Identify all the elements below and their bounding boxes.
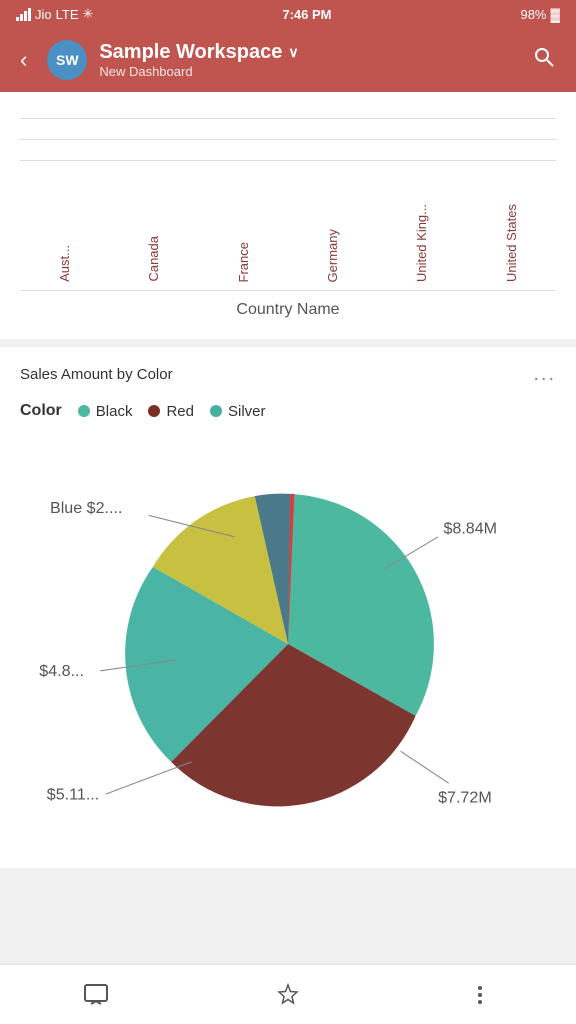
pie-label-8.84m: $8.84M [443,520,497,538]
pie-chart-wrapper: $8.84M $7.72M $5.11... $4.8... Blue $2..… [20,444,556,844]
country-label-uk: United King... [414,204,429,282]
workspace-name-label: Sample Workspace [99,41,282,64]
pie-label-7.72m: $7.72M [438,789,492,807]
app-header: ‹ SW Sample Workspace ∨ New Dashboard [0,28,576,92]
country-label-aust: Aust... [57,245,72,282]
more-button[interactable] [451,974,509,1016]
more-options-button[interactable]: ... [533,363,556,386]
legend-label-silver: Silver [228,403,266,420]
pie-chart-section: Sales Amount by Color ... Color Black Re… [0,347,576,868]
label-line-5.11m [106,762,192,794]
label-line-7.72m [401,751,449,783]
chevron-down-icon: ∨ [288,44,298,61]
legend-item-black: Black [78,403,133,420]
bar-chart-section: Aust... Canada France Germany United Kin… [0,92,576,339]
grid-line [20,139,556,140]
bottom-navigation [0,964,576,1024]
bookmark-button[interactable] [259,974,317,1016]
status-left: Jio LTE ✳ [16,6,93,22]
bar-grid-lines [20,108,556,161]
vertical-dots-icon [467,982,493,1008]
legend-dot-black [78,405,90,417]
legend-dot-red [148,405,160,417]
signal-icon [16,8,31,21]
x-axis-label: Country Name [20,291,556,319]
country-label-germany: Germany [325,229,340,282]
search-button[interactable] [524,41,564,79]
legend-dot-silver [210,405,222,417]
avatar: SW [47,40,87,80]
legend-item-red: Red [148,403,194,420]
status-bar: Jio LTE ✳ 7:46 PM 98% ▓ [0,0,576,28]
pie-label-4.8m: $4.8... [39,662,84,680]
country-label-canada: Canada [146,236,161,282]
chart-legend: Color Black Red Silver [20,402,556,420]
chat-button[interactable] [67,974,125,1016]
pie-label-5.11m: $5.11... [47,785,99,803]
battery-label: 98% [520,7,546,22]
network-label: LTE [56,7,79,22]
legend-label-red: Red [166,403,194,420]
pie-chart-svg: $8.84M $7.72M $5.11... $4.8... Blue $2..… [20,444,556,844]
grid-line [20,160,556,161]
legend-item-silver: Silver [210,403,266,420]
battery-icon: ▓ [551,7,560,22]
pie-chart-title: Sales Amount by Color [20,366,173,383]
time-label: 7:46 PM [282,7,331,22]
brightness-icon: ✳ [83,6,94,22]
country-label-us: United States [504,204,519,282]
workspace-title[interactable]: Sample Workspace ∨ [99,41,512,64]
country-label-france: France [236,242,251,282]
dashboard-subtitle: New Dashboard [99,64,512,79]
header-text-group: Sample Workspace ∨ New Dashboard [99,41,512,79]
chat-icon [83,982,109,1008]
legend-title: Color [20,402,62,420]
legend-label-black: Black [96,403,133,420]
search-icon [532,45,556,69]
pie-label-blue-2m: Blue $2.... [50,499,122,517]
back-button[interactable]: ‹ [12,43,35,77]
status-right: 98% ▓ [520,7,560,22]
grid-line [20,118,556,119]
star-icon [275,982,301,1008]
section-header: Sales Amount by Color ... [20,363,556,386]
country-labels-row: Aust... Canada France Germany United Kin… [20,171,556,291]
carrier-label: Jio [35,7,52,22]
